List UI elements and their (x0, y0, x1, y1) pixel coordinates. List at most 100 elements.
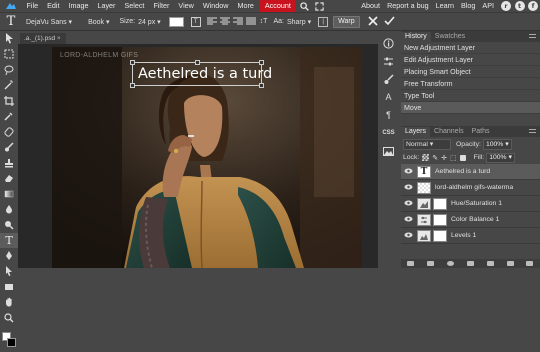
canvas-text-layer[interactable]: Aethelred is a turd (138, 66, 272, 82)
align-right-icon[interactable] (232, 17, 243, 27)
blend-mode-select[interactable]: Normal ▾ (403, 138, 451, 150)
history-item[interactable]: Edit Adjustment Layer (401, 54, 540, 66)
crop-tool-icon[interactable] (0, 93, 18, 109)
paragraph-icon[interactable]: ¶ (378, 106, 399, 124)
gradient-tool-icon[interactable] (0, 186, 18, 202)
app-logo-icon[interactable] (0, 0, 22, 12)
visibility-eye-icon[interactable] (402, 184, 414, 192)
eyedropper-icon[interactable] (0, 109, 18, 125)
brush-settings-icon[interactable] (378, 70, 399, 88)
info-icon[interactable] (378, 34, 399, 52)
link-blog[interactable]: Blog (458, 0, 479, 12)
properties-icon[interactable] (378, 52, 399, 70)
menu-filter[interactable]: Filter (149, 0, 174, 12)
history-item[interactable]: Free Transform (401, 78, 540, 90)
layer-row[interactable]: Color Balance 1 (401, 212, 540, 228)
search-icon[interactable] (298, 0, 310, 12)
layer-row[interactable]: Levels 1 (401, 228, 540, 244)
new-layer-icon[interactable] (506, 261, 514, 266)
menu-view[interactable]: View (174, 0, 198, 12)
menu-window[interactable]: Window (198, 0, 233, 12)
tab-history[interactable]: History (401, 32, 431, 42)
link-layers-icon[interactable] (407, 261, 415, 266)
link-learn[interactable]: Learn (432, 0, 457, 12)
visibility-eye-icon[interactable] (402, 232, 414, 240)
layer-effects-icon[interactable] (427, 261, 435, 266)
font-style-select[interactable]: Book ▾ (88, 18, 109, 26)
tab-channels[interactable]: Channels (430, 127, 468, 137)
background-color-swatch[interactable] (7, 337, 16, 347)
eraser-icon[interactable] (0, 171, 18, 187)
warp-button[interactable]: Warp (333, 15, 360, 28)
visibility-eye-icon[interactable] (402, 200, 414, 208)
blur-tool-icon[interactable] (0, 202, 18, 218)
path-select-icon[interactable] (0, 264, 18, 280)
vertical-text-icon[interactable]: ↕T (260, 18, 268, 25)
collapse-icon[interactable] (529, 129, 536, 133)
transform-handle[interactable] (130, 60, 135, 65)
marquee-tool-icon[interactable] (0, 47, 18, 63)
visibility-eye-icon[interactable] (402, 216, 414, 224)
css-icon[interactable]: CSS (378, 124, 399, 142)
add-mask-icon[interactable] (466, 261, 474, 266)
history-item[interactable]: New Adjustment Layer (401, 42, 540, 54)
menu-layer[interactable]: Layer (93, 0, 120, 12)
healing-brush-icon[interactable] (0, 124, 18, 140)
transform-handle[interactable] (130, 83, 135, 88)
layer-row[interactable]: Hue/Saturation 1 (401, 196, 540, 212)
lock-artboard-icon[interactable]: ⬚ (450, 154, 457, 162)
cancel-icon[interactable] (368, 15, 378, 28)
zoom-tool-icon[interactable] (0, 310, 18, 326)
antialias-select[interactable]: Sharp ▾ (287, 18, 311, 26)
size-select[interactable]: 24 px ▾ (138, 18, 161, 26)
canvas-area[interactable]: LORD-ALDHELM GIFS Aethelred is a turd (18, 44, 378, 268)
reddit-icon[interactable]: r (501, 1, 511, 11)
move-tool-icon[interactable] (0, 31, 18, 47)
transform-handle[interactable] (259, 83, 264, 88)
layer-mask-thumb[interactable] (433, 213, 447, 226)
menu-select[interactable]: Select (120, 0, 149, 12)
transform-handle[interactable] (259, 60, 264, 65)
magic-wand-icon[interactable] (0, 78, 18, 94)
lock-transparency-icon[interactable] (422, 154, 430, 161)
layer-mask-thumb[interactable] (433, 197, 447, 210)
history-item[interactable]: Type Tool (401, 90, 540, 102)
menu-file[interactable]: File (22, 0, 43, 12)
layer-mask-thumb[interactable] (433, 229, 447, 242)
layer-row[interactable]: lord-aldhelm gifs-waterma (401, 180, 540, 196)
history-item-current[interactable]: Move (401, 102, 540, 114)
lock-pixels-icon[interactable]: ✎ (432, 154, 438, 162)
link-api[interactable]: API (479, 0, 498, 12)
hand-tool-icon[interactable] (0, 295, 18, 311)
lasso-tool-icon[interactable] (0, 62, 18, 78)
collapse-icon[interactable] (529, 34, 536, 38)
lock-all-icon[interactable] (459, 154, 466, 161)
align-left-icon[interactable] (206, 17, 217, 27)
lock-position-icon[interactable]: ✛ (441, 154, 447, 162)
visibility-eye-icon[interactable] (402, 168, 414, 176)
link-about[interactable]: About (358, 0, 384, 12)
menu-account[interactable]: Account (260, 0, 296, 12)
menu-more[interactable]: More (233, 0, 258, 12)
clone-stamp-icon[interactable] (0, 155, 18, 171)
commit-check-icon[interactable] (384, 15, 395, 28)
history-item[interactable]: Placing Smart Object (401, 66, 540, 78)
align-justify-icon[interactable] (245, 17, 256, 27)
color-swatches[interactable] (0, 330, 18, 352)
shape-tool-icon[interactable] (0, 279, 18, 295)
text-style-icon[interactable]: T (190, 16, 201, 27)
document-tab[interactable]: .a._(1).psd × (20, 33, 66, 44)
text-tool-icon[interactable]: T (0, 232, 18, 248)
delete-layer-icon[interactable] (526, 261, 534, 266)
new-group-icon[interactable] (486, 261, 494, 266)
brush-tool-icon[interactable] (0, 140, 18, 156)
image-panel-icon[interactable] (378, 142, 399, 160)
align-center-icon[interactable] (219, 17, 230, 27)
tab-layers[interactable]: Layers (401, 127, 431, 137)
opacity-input[interactable]: 100% ▾ (482, 138, 512, 150)
facebook-icon[interactable]: f (528, 1, 538, 11)
tab-paths[interactable]: Paths (468, 127, 494, 137)
fill-input[interactable]: 100% ▾ (486, 152, 515, 163)
transform-handle[interactable] (195, 60, 200, 65)
dodge-tool-icon[interactable] (0, 217, 18, 233)
